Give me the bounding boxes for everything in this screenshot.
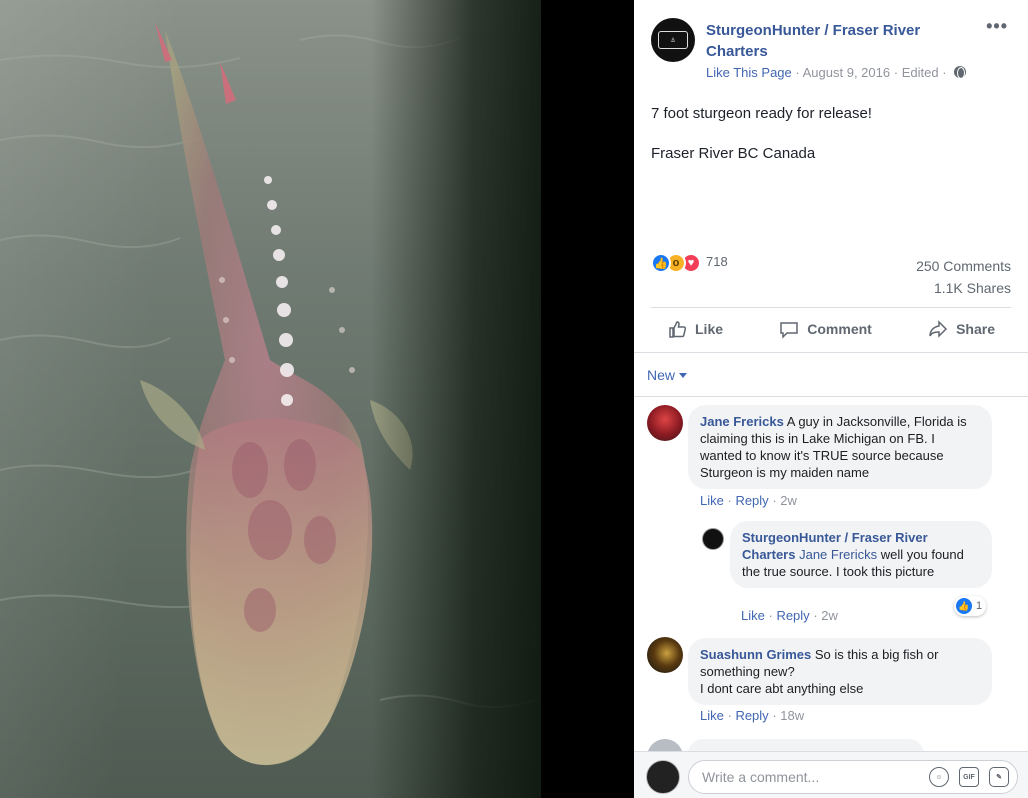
reply-actions: Like · Reply · 2w: [741, 608, 838, 623]
emoji-icon[interactable]: ☺: [929, 767, 949, 787]
like-button[interactable]: Like: [651, 312, 739, 346]
comment-like-link[interactable]: Like: [700, 493, 724, 508]
reply-like-link[interactable]: Like: [741, 608, 765, 623]
actions-divider: [651, 307, 1011, 308]
share-arrow-icon: [929, 320, 948, 338]
post-photo[interactable]: [0, 0, 541, 798]
more-options-icon[interactable]: •••: [986, 16, 1008, 37]
comment-input[interactable]: [702, 761, 922, 793]
thumbs-up-icon: 👍: [956, 598, 972, 614]
share-button-label: Share: [956, 321, 995, 337]
reaction-summary[interactable]: 👍 o ♥ 718: [651, 252, 728, 274]
water-shadow: [371, 0, 541, 798]
shares-count-link[interactable]: 1.1K Shares: [916, 277, 1011, 299]
avatar[interactable]: [647, 405, 683, 441]
comment-bubble: Suashunn Grimes So is this a big fish or…: [688, 638, 992, 705]
comment-reply-link[interactable]: Reply: [735, 708, 768, 723]
page-avatar[interactable]: ⚓: [651, 18, 695, 62]
comment-time[interactable]: 18w: [780, 708, 804, 723]
reply-bubble: SturgeonHunter / Fraser River Charters J…: [730, 521, 992, 588]
comment-author-link[interactable]: Jane Frericks: [700, 414, 784, 429]
post-meta: Like This Page · August 9, 2016 · Edited…: [706, 65, 967, 80]
globe-icon: [954, 66, 967, 79]
comment-like-link[interactable]: Like: [700, 708, 724, 723]
comment-actions: Like · Reply · 18w: [700, 708, 805, 723]
comment-button[interactable]: Comment: [763, 312, 888, 346]
avatar[interactable]: [647, 637, 683, 673]
avatar[interactable]: [702, 528, 724, 550]
post-actions: Like Comment Share: [651, 312, 1011, 346]
comment-author-link[interactable]: Suashunn Grimes: [700, 647, 811, 662]
comment-composer: ☺ GIF ✎: [634, 751, 1028, 798]
post-caption-line2: Fraser River BC Canada: [651, 145, 816, 162]
meta-separator: ·: [942, 65, 947, 80]
post-caption-line1: 7 foot sturgeon ready for release!: [651, 105, 872, 122]
edited-label[interactable]: Edited: [902, 65, 939, 80]
comment-sort-dropdown[interactable]: New: [647, 367, 688, 383]
post-details-panel: ⚓ SturgeonHunter / Fraser River Charters…: [634, 0, 1028, 798]
composer-icons: ☺ GIF ✎: [929, 767, 1009, 787]
comment-button-label: Comment: [807, 321, 872, 337]
chevron-down-icon: [679, 373, 688, 378]
comment-bubble: Jane Frericks A guy in Jacksonville, Flo…: [688, 405, 992, 489]
gif-icon[interactable]: GIF: [959, 767, 979, 787]
like-button-label: Like: [695, 321, 724, 337]
like-reaction-icon: 👍: [651, 253, 671, 273]
reply-like-count: 1: [976, 600, 983, 612]
comment-bubble-icon: [780, 322, 799, 339]
meta-separator: ·: [893, 65, 899, 80]
reply-reply-link[interactable]: Reply: [776, 608, 809, 623]
photo-backdrop: [541, 0, 634, 798]
sort-label: New: [647, 367, 676, 383]
page-logo-icon: ⚓: [658, 31, 688, 49]
reaction-count: 718: [706, 253, 728, 269]
sort-divider: [634, 396, 1028, 397]
like-page-link[interactable]: Like This Page: [706, 65, 792, 80]
comment-input-box[interactable]: ☺ GIF ✎: [688, 760, 1018, 794]
comment-reply-link[interactable]: Reply: [735, 493, 768, 508]
reply-time[interactable]: 2w: [821, 608, 838, 623]
meta-separator: ·: [795, 65, 800, 80]
comment-text: I dont care abt anything else: [700, 681, 864, 696]
comment-time[interactable]: 2w: [780, 493, 797, 508]
post-header: ⚓ SturgeonHunter / Fraser River Charters…: [634, 0, 1028, 95]
sticker-icon[interactable]: ✎: [989, 767, 1009, 787]
post-date[interactable]: August 9, 2016: [803, 65, 890, 80]
engagement-counts: 250 Comments 1.1K Shares: [916, 255, 1011, 299]
comments-count-link[interactable]: 250 Comments: [916, 255, 1011, 277]
avatar[interactable]: [646, 760, 680, 794]
share-button[interactable]: Share: [912, 312, 1011, 346]
comments-section: New Jane Frericks A guy in Jacksonville,…: [634, 352, 1028, 798]
reply-like-badge[interactable]: 👍 1: [954, 596, 987, 616]
page-name-link[interactable]: SturgeonHunter / Fraser River Charters: [706, 20, 956, 62]
thumbs-up-icon: [669, 321, 687, 338]
tagged-user-link[interactable]: Jane Frericks: [799, 547, 877, 562]
comment-actions: Like · Reply · 2w: [700, 493, 797, 508]
